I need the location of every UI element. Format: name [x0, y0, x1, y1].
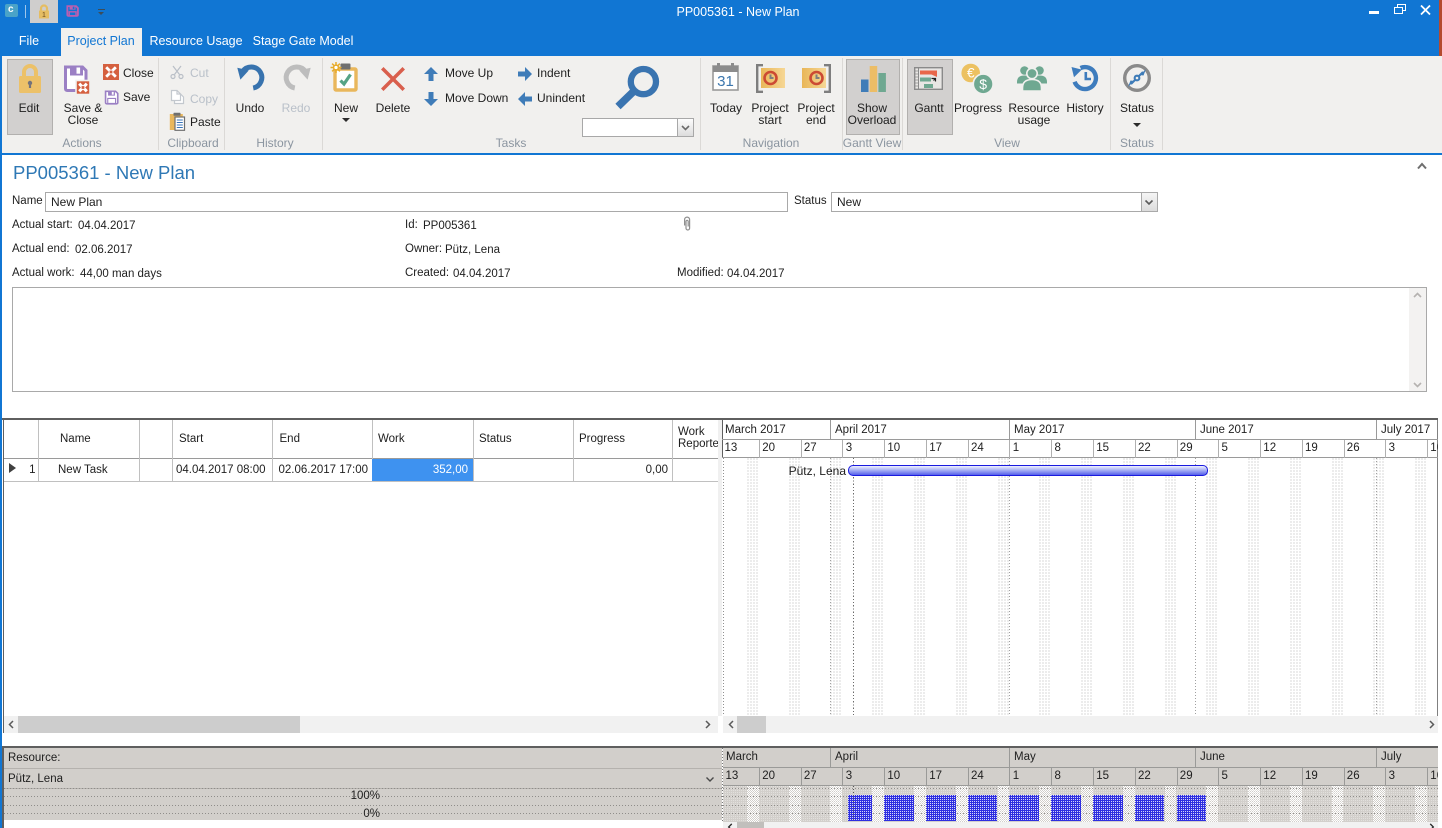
svg-text:€: € [967, 66, 975, 81]
svg-text:1: 1 [42, 12, 46, 19]
svg-text:$: $ [979, 76, 987, 92]
svg-text:31: 31 [717, 73, 734, 90]
